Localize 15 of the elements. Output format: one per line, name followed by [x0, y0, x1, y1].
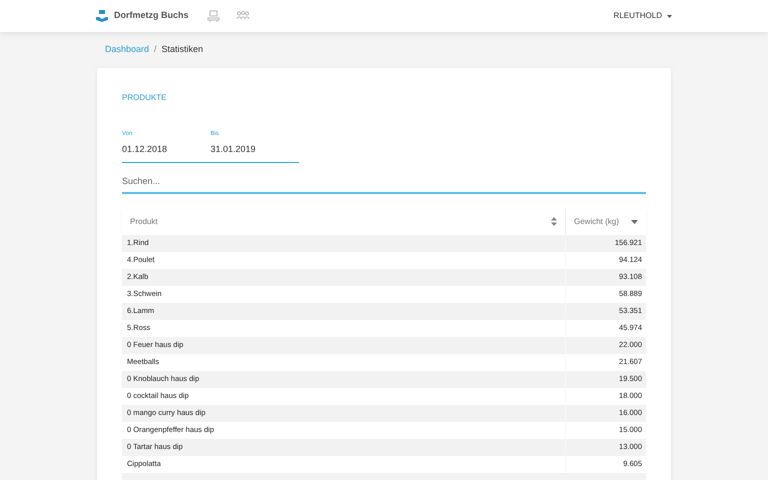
caret-icon — [667, 14, 672, 18]
card-title: PRODUKTE — [122, 92, 168, 104]
breadcrumb-separator: / — [154, 43, 157, 56]
breadcrumb-current: Statistiken — [162, 43, 204, 56]
date-value: 31.01.2019 — [210, 143, 257, 156]
search-field[interactable]: Suchen... — [122, 170, 646, 194]
user-menu[interactable]: RLEUTHOLD — [614, 10, 672, 22]
sort-icon[interactable] — [551, 217, 557, 226]
brand-name[interactable]: Dorfmetzg Buchs — [114, 9, 189, 23]
date-value: 01.12.2018 — [122, 143, 168, 156]
users-icon[interactable] — [236, 11, 250, 21]
column-header[interactable]: Gewicht (kg) — [566, 208, 646, 234]
sort-descending-icon[interactable] — [631, 220, 638, 224]
computer-icon[interactable] — [206, 10, 220, 22]
hand-box-logo-icon — [96, 10, 108, 22]
